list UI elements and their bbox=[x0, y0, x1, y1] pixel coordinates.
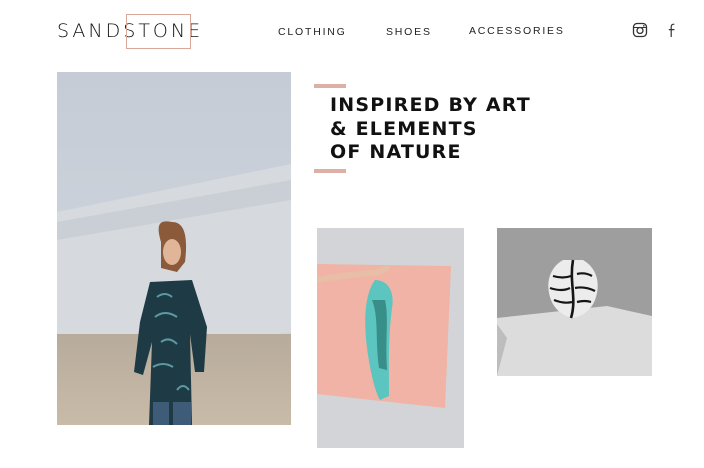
nav-item-shoes[interactable]: SHOES bbox=[386, 26, 432, 38]
hero-headline: INSPIRED BY ART & ELEMENTS OF NATURE bbox=[330, 94, 531, 165]
nav-item-accessories[interactable]: ACCESSORIES bbox=[469, 25, 565, 37]
headline-bottom-accent bbox=[314, 169, 346, 173]
headline-top-accent bbox=[314, 84, 346, 88]
brand-logo[interactable]: SANDSTONE bbox=[57, 14, 204, 49]
photo-vase[interactable] bbox=[497, 228, 652, 376]
instagram-icon[interactable] bbox=[632, 22, 648, 38]
headline-line-1: INSPIRED BY ART bbox=[330, 94, 531, 116]
photo-scarf[interactable] bbox=[317, 228, 464, 448]
logo-text: SANDSTONE bbox=[57, 20, 204, 42]
headline-line-2: & ELEMENTS bbox=[330, 117, 478, 140]
headline-line-3: OF NATURE bbox=[330, 141, 462, 163]
facebook-icon[interactable] bbox=[664, 22, 680, 38]
nav-item-clothing[interactable]: CLOTHING bbox=[278, 26, 347, 38]
photo-model[interactable] bbox=[57, 72, 291, 425]
